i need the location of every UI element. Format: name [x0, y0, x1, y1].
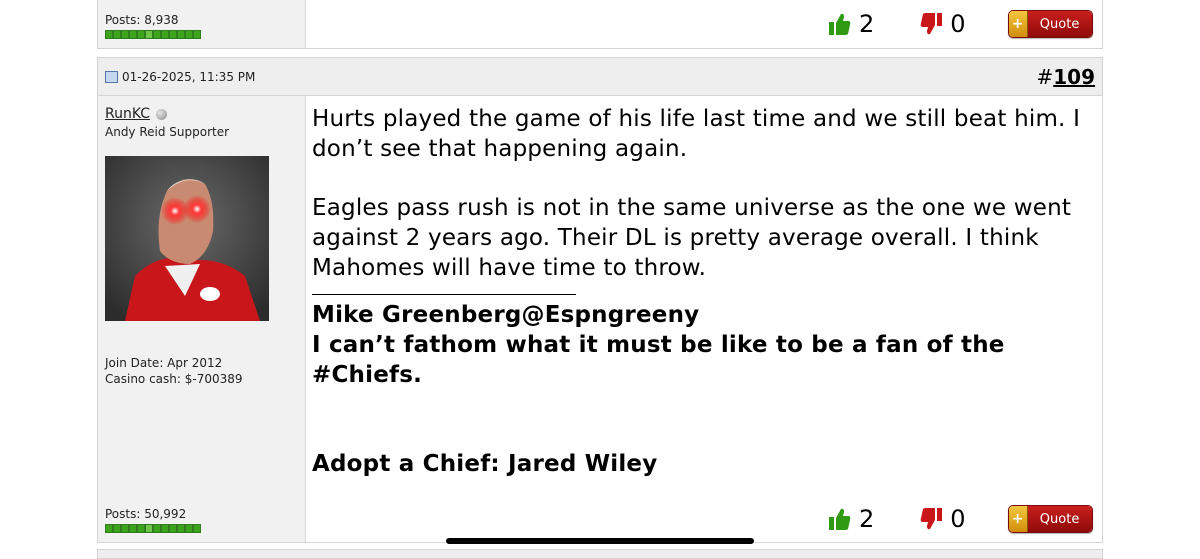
reputation-bar: [105, 524, 201, 533]
quote-label: Quote: [1027, 506, 1092, 532]
previous-post-count: Posts: 8,938: [105, 13, 179, 27]
post-actions: 2 0 + Quote: [829, 505, 1093, 533]
avatar[interactable]: [105, 156, 269, 321]
post-number-hash: #: [1036, 65, 1054, 89]
previous-post-footer: Posts: 8,938 2 0 + Quote: [97, 0, 1103, 49]
home-indicator[interactable]: [446, 538, 754, 544]
join-date: Join Date: Apr 2012: [105, 356, 223, 370]
user-title: Andy Reid Supporter: [105, 125, 230, 139]
previous-post-user-column: Posts: 8,938: [98, 0, 306, 48]
username-row: RunKC: [105, 106, 168, 122]
post-paragraph-1: Hurts played the game of his life last t…: [312, 106, 1081, 162]
signature-line-2: I can’t fathom what it must be like to b…: [312, 332, 1005, 388]
offline-status-icon: [156, 108, 168, 120]
signature-divider: [312, 294, 576, 295]
multi-quote-plus-icon[interactable]: +: [1008, 11, 1028, 37]
thumbs-up-button[interactable]: 2: [829, 10, 874, 38]
thumbs-down-icon: [920, 508, 943, 530]
post-date-area: 01-26-2025, 11:35 PM: [105, 70, 255, 84]
signature: Mike Greenberg@Espngreeny I can’t fathom…: [312, 300, 1092, 479]
thumbs-up-icon: [829, 13, 851, 36]
casino-cash: Casino cash: $-700389: [105, 372, 243, 386]
post-number-link[interactable]: #109: [1036, 65, 1095, 89]
username-link[interactable]: RunKC: [105, 106, 150, 122]
previous-post-actions: 2 0 + Quote: [829, 10, 1093, 38]
quote-button[interactable]: + Quote: [1007, 505, 1093, 533]
post-icon: [105, 71, 118, 83]
post-paragraph-2: Eagles pass rush is not in the same univ…: [312, 195, 1072, 281]
thumbs-down-button[interactable]: 0: [920, 10, 966, 38]
thumbs-up-count: 2: [859, 505, 875, 533]
thumbs-up-count: 2: [859, 10, 875, 38]
user-info-column: RunKC Andy Reid Supporter Join Date: Apr…: [98, 96, 306, 542]
reputation-bar: [105, 30, 201, 39]
next-post-edge: [97, 549, 1103, 559]
quote-button[interactable]: + Quote: [1007, 10, 1093, 38]
post-109: 01-26-2025, 11:35 PM #109 RunKC Andy Rei…: [97, 57, 1103, 543]
thumbs-down-count: 0: [950, 505, 966, 533]
post-header: 01-26-2025, 11:35 PM #109: [98, 58, 1102, 96]
signature-line-1: Mike Greenberg@Espngreeny: [312, 302, 700, 328]
post-date: 01-26-2025, 11:35 PM: [122, 70, 256, 84]
thumbs-down-button[interactable]: 0: [920, 505, 966, 533]
signature-line-3: Adopt a Chief: Jared Wiley: [312, 451, 658, 477]
post-count: Posts: 50,992: [105, 507, 187, 521]
thumbs-down-icon: [920, 13, 943, 35]
multi-quote-plus-icon[interactable]: +: [1008, 506, 1028, 532]
thumbs-up-icon: [829, 508, 851, 530]
post-number[interactable]: 109: [1053, 65, 1095, 89]
thumbs-up-button[interactable]: 2: [829, 505, 874, 533]
thumbs-down-count: 0: [950, 10, 966, 38]
quote-label: Quote: [1027, 11, 1092, 37]
post-body: Hurts played the game of his life last t…: [312, 104, 1092, 479]
